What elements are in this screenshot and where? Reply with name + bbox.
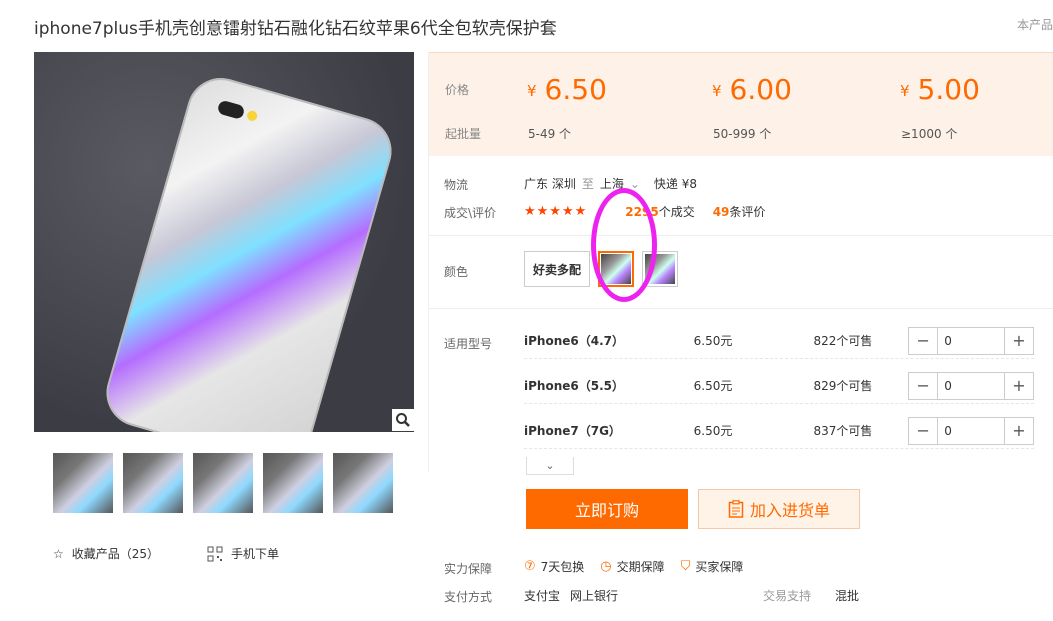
separator bbox=[429, 235, 1053, 236]
model-stock: 822个可售 bbox=[813, 334, 873, 348]
guarantee-item[interactable]: ⛉ 买家保障 bbox=[681, 558, 744, 575]
clock-icon: ◷ bbox=[600, 559, 612, 574]
ship-to-select[interactable]: 上海 bbox=[600, 175, 624, 192]
model-name: iPhone6（4.7） bbox=[524, 334, 624, 348]
chevron-down-icon[interactable]: ⌄ bbox=[630, 177, 640, 191]
price-panel: 价格 起批量 ¥6.50 ¥6.00 ¥5.00 5-49 个 50-999 个… bbox=[429, 52, 1053, 156]
qr-code-icon bbox=[207, 546, 223, 561]
to-word: 至 bbox=[581, 177, 594, 191]
deal-suffix: 个成交 bbox=[658, 205, 695, 219]
thumbnail-2[interactable] bbox=[123, 453, 183, 513]
camera-cutout bbox=[216, 99, 246, 121]
price-label: 价格 bbox=[445, 83, 470, 97]
qty-tier-1: 5-49 个 bbox=[528, 127, 572, 141]
batch-label: 起批量 bbox=[445, 127, 482, 141]
thumbnail-1[interactable] bbox=[53, 453, 113, 513]
color-option-2[interactable] bbox=[598, 251, 634, 287]
quantity-stepper: − 0 + bbox=[908, 416, 1034, 445]
color-options: 好卖多配 bbox=[524, 251, 678, 287]
quantity-stepper: − 0 + bbox=[908, 326, 1034, 355]
add-to-cart-button[interactable]: 加入进货单 bbox=[698, 489, 860, 529]
plus-button[interactable]: + bbox=[1005, 328, 1033, 354]
thumbnail-3[interactable] bbox=[193, 453, 253, 513]
color-swatch bbox=[645, 254, 675, 284]
color-swatch bbox=[601, 254, 631, 284]
thumbnail-list bbox=[53, 453, 393, 513]
mobile-order-label: 手机下单 bbox=[231, 547, 280, 561]
guarantee-list: ⑦ 7天包换 ◷ 交期保障 ⛉ 买家保障 bbox=[524, 558, 743, 575]
trade-value: 混批 bbox=[835, 589, 860, 603]
minus-button[interactable]: − bbox=[909, 418, 937, 444]
thumbnail-5[interactable] bbox=[333, 453, 393, 513]
model-row: iPhone6（4.7） 6.50元 822个可售 − 0 + bbox=[524, 323, 1034, 359]
payment-label: 支付方式 bbox=[444, 590, 493, 604]
model-name: iPhone6（5.5） bbox=[524, 379, 624, 393]
quantity-input[interactable]: 0 bbox=[937, 372, 1005, 399]
price-tier-1: ¥6.50 bbox=[527, 73, 607, 106]
color-option-text[interactable]: 好卖多配 bbox=[524, 251, 590, 287]
model-row: iPhone7（7G） 6.50元 837个可售 − 0 + bbox=[524, 413, 1034, 449]
minus-button[interactable]: − bbox=[909, 373, 937, 399]
model-stock: 829个可售 bbox=[813, 379, 873, 393]
model-label: 适用型号 bbox=[444, 337, 493, 351]
ship-from: 广东 深圳 bbox=[524, 177, 576, 191]
model-stock: 837个可售 bbox=[813, 424, 873, 438]
model-row: iPhone6（5.5） 6.50元 829个可售 − 0 + bbox=[524, 368, 1034, 404]
shipping-fee: 快递 ¥8 bbox=[653, 177, 698, 191]
model-name: iPhone7（7G） bbox=[524, 424, 621, 438]
seven-day-icon: ⑦ bbox=[524, 559, 536, 574]
price-tier-2: ¥6.00 bbox=[712, 73, 792, 106]
model-price: 6.50元 bbox=[693, 379, 733, 393]
star-outline-icon: ☆ bbox=[53, 546, 64, 561]
minus-button[interactable]: − bbox=[909, 328, 937, 354]
color-option-3[interactable] bbox=[642, 251, 678, 287]
quantity-input[interactable]: 0 bbox=[937, 327, 1005, 354]
add-to-cart-label: 加入进货单 bbox=[749, 501, 830, 520]
favorite-label: 收藏产品（25） bbox=[71, 547, 160, 561]
expand-more-button[interactable]: ⌄ bbox=[526, 457, 574, 475]
logistics-label: 物流 bbox=[444, 178, 469, 192]
logistics-info: 广东 深圳 至 上海 ⌄ 快递 ¥8 bbox=[524, 175, 697, 192]
price-tier-3: ¥5.00 bbox=[900, 73, 980, 106]
deals-info: ★★★★★ 2295个成交 49条评价 bbox=[524, 203, 765, 220]
deals-label: 成交\评价 bbox=[444, 206, 497, 220]
separator bbox=[429, 308, 1053, 309]
rating-stars: ★★★★★ bbox=[524, 204, 588, 219]
guarantee-label: 实力保障 bbox=[444, 562, 493, 576]
thumbnail-4[interactable] bbox=[263, 453, 323, 513]
payment-methods: 支付宝 网上银行 bbox=[524, 587, 618, 604]
qty-tier-2: 50-999 个 bbox=[713, 127, 772, 141]
trade-support: 交易支持 混批 bbox=[763, 587, 859, 604]
payment-method: 支付宝 bbox=[524, 589, 561, 603]
product-title: iphone7plus手机壳创意镭射钻石融化钻石纹苹果6代全包软壳保护套 bbox=[34, 19, 557, 39]
favorite-button[interactable]: ☆ 收藏产品（25） bbox=[53, 545, 159, 562]
corner-text[interactable]: 本产品 bbox=[1017, 16, 1053, 33]
color-label: 颜色 bbox=[444, 265, 469, 279]
shield-icon: ⛉ bbox=[680, 559, 691, 574]
model-price: 6.50元 bbox=[693, 424, 733, 438]
review-count[interactable]: 49 bbox=[713, 205, 730, 219]
deal-count[interactable]: 2295 bbox=[625, 205, 658, 219]
clipboard-icon bbox=[728, 500, 744, 518]
plus-button[interactable]: + bbox=[1005, 418, 1033, 444]
model-price: 6.50元 bbox=[693, 334, 733, 348]
review-suffix: 条评价 bbox=[729, 205, 766, 219]
quantity-input[interactable]: 0 bbox=[937, 417, 1005, 444]
quantity-stepper: − 0 + bbox=[908, 371, 1034, 400]
zoom-icon[interactable] bbox=[392, 409, 414, 431]
qty-tier-3: ≥1000 个 bbox=[901, 127, 958, 141]
guarantee-item[interactable]: ⑦ 7天包换 bbox=[524, 558, 584, 575]
payment-method: 网上银行 bbox=[570, 589, 619, 603]
main-product-image[interactable] bbox=[34, 52, 414, 432]
mobile-order-button[interactable]: 手机下单 bbox=[207, 545, 279, 562]
guarantee-item[interactable]: ◷ 交期保障 bbox=[600, 558, 664, 575]
chevron-down-icon: ⌄ bbox=[545, 459, 555, 472]
buy-now-button[interactable]: 立即订购 bbox=[526, 489, 688, 529]
trade-label: 交易支持 bbox=[763, 589, 812, 603]
plus-button[interactable]: + bbox=[1005, 373, 1033, 399]
